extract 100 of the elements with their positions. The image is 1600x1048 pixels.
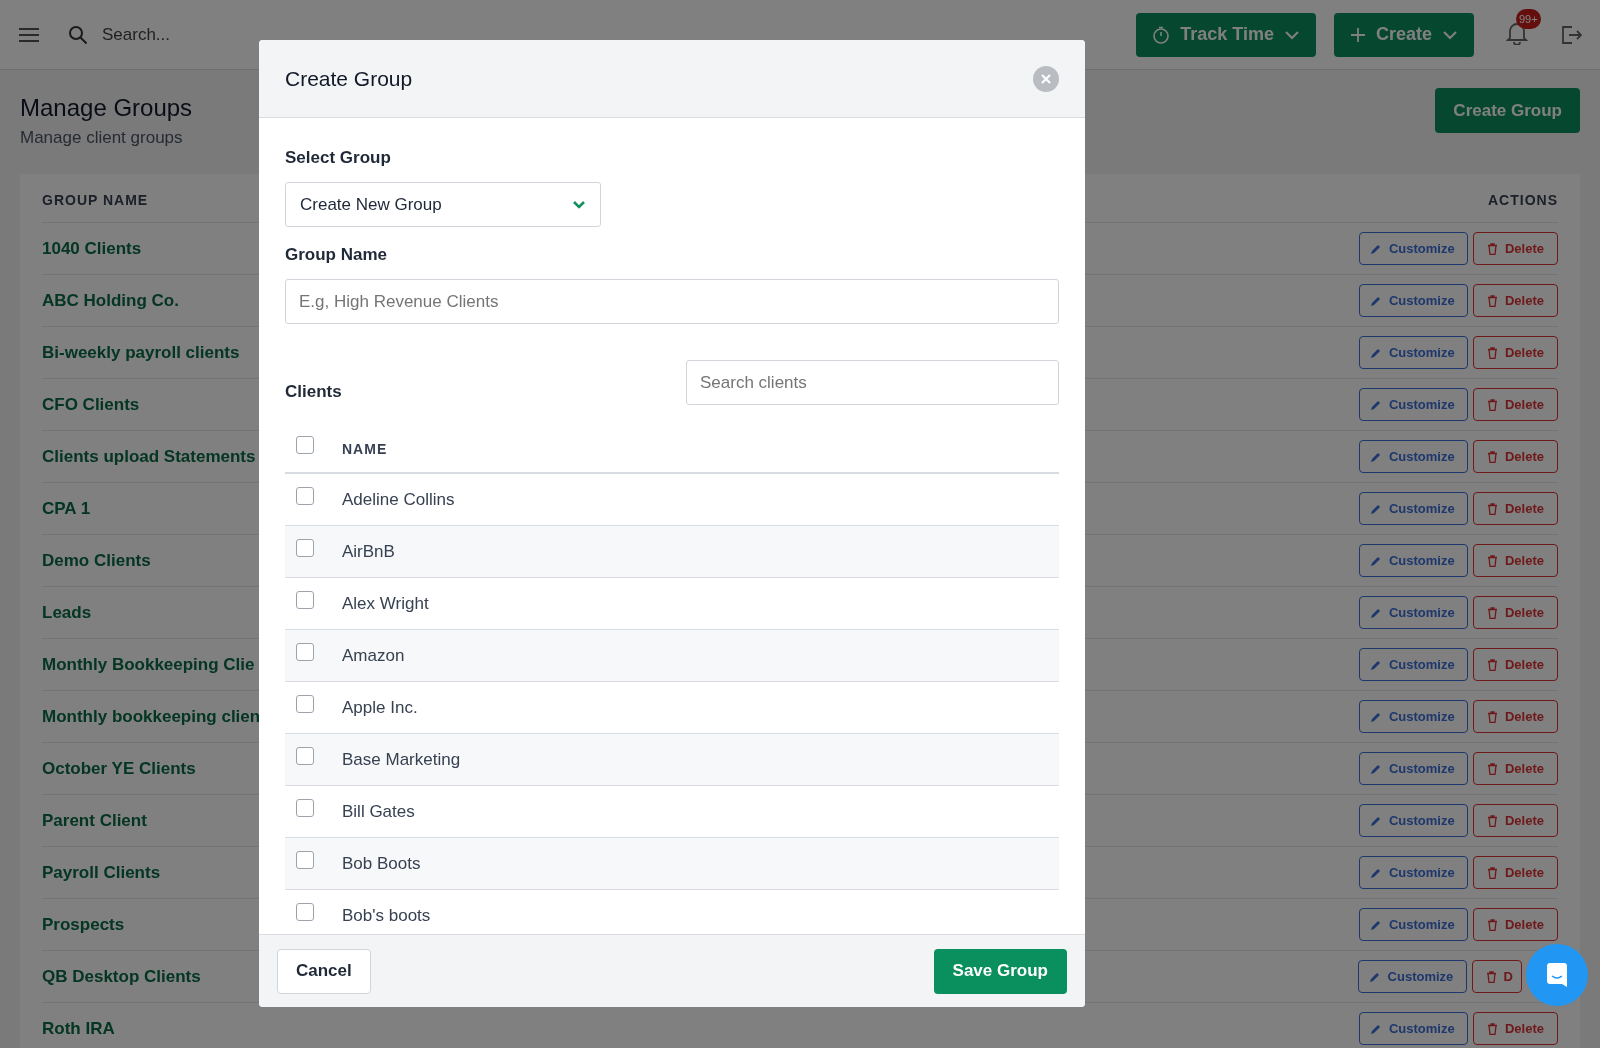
trash-icon — [1486, 918, 1498, 931]
client-checkbox[interactable] — [296, 850, 314, 869]
dialog-title: Create Group — [285, 66, 413, 91]
delete-button[interactable]: Delete — [1472, 544, 1558, 577]
stopwatch-icon — [1152, 25, 1171, 44]
delete-button[interactable]: Delete — [1472, 1012, 1558, 1045]
group-name[interactable]: CFO Clients — [42, 394, 140, 415]
customize-button[interactable]: Customize — [1358, 284, 1468, 317]
field-label: Clients — [285, 381, 342, 402]
group-name[interactable]: Monthly bookkeeping clien — [42, 706, 261, 727]
search-clients-field[interactable]: Search clients — [686, 360, 1059, 405]
customize-button[interactable]: Customize — [1358, 232, 1468, 265]
close-icon — [1041, 73, 1051, 84]
client-checkbox[interactable] — [296, 798, 314, 817]
delete-button[interactable]: Delete — [1472, 804, 1558, 837]
trash-icon — [1486, 866, 1498, 879]
group-name[interactable]: Prospects — [42, 914, 125, 935]
customize-button[interactable]: Customize — [1358, 388, 1468, 421]
client-checkbox[interactable] — [296, 746, 314, 765]
group-name[interactable]: Leads — [42, 602, 92, 623]
delete-button[interactable]: Delete — [1472, 752, 1558, 785]
customize-button[interactable]: Customize — [1358, 336, 1468, 369]
group-name[interactable]: Monthly Bookkeeping Clie — [42, 654, 255, 675]
delete-button[interactable]: D — [1471, 960, 1522, 993]
delete-button[interactable]: Delete — [1472, 232, 1558, 265]
customize-button[interactable]: Customize — [1358, 804, 1468, 837]
group-name[interactable]: QB Desktop Clients — [42, 966, 201, 987]
group-name[interactable]: Payroll Clients — [42, 862, 161, 883]
customize-button[interactable]: Customize — [1358, 700, 1468, 733]
create-button[interactable]: Create — [1333, 12, 1474, 57]
client-checkbox[interactable] — [296, 486, 314, 505]
customize-button[interactable]: Customize — [1358, 856, 1468, 889]
delete-button[interactable]: Delete — [1472, 492, 1558, 525]
pencil-icon — [1369, 450, 1382, 463]
page-title: Manage Groups — [20, 94, 193, 122]
customize-button[interactable]: Customize — [1358, 492, 1468, 525]
delete-button[interactable]: Delete — [1472, 336, 1558, 369]
client-checkbox[interactable] — [296, 590, 314, 609]
pencil-icon — [1369, 918, 1382, 931]
group-name[interactable]: CPA 1 — [42, 498, 91, 519]
save-group-button[interactable]: Save Group — [933, 948, 1067, 994]
customize-button[interactable]: Customize — [1358, 440, 1468, 473]
column-header: GROUP NAME — [42, 192, 149, 208]
customize-button[interactable]: Customize — [1358, 596, 1468, 629]
group-name[interactable]: October YE Clients — [42, 758, 196, 779]
group-select[interactable]: Create New Group — [285, 182, 601, 227]
delete-button[interactable]: Delete — [1472, 284, 1558, 317]
column-header: ACTIONS — [1488, 192, 1558, 208]
group-name-field[interactable]: E.g, High Revenue Clients — [285, 279, 1059, 324]
customize-button[interactable]: Customize — [1358, 752, 1468, 785]
client-checkbox[interactable] — [296, 694, 314, 713]
delete-button[interactable]: Delete — [1472, 908, 1558, 941]
customize-button[interactable]: Customize — [1357, 960, 1467, 993]
client-name: Alex Wright — [342, 593, 429, 614]
select-all-checkbox[interactable] — [296, 435, 314, 454]
group-name[interactable]: Roth IRA — [42, 1018, 115, 1039]
customize-button[interactable]: Customize — [1358, 648, 1468, 681]
pencil-icon — [1369, 242, 1382, 255]
cancel-button[interactable]: Cancel — [277, 948, 371, 994]
menu-icon[interactable] — [18, 26, 40, 43]
logout-icon[interactable] — [1560, 24, 1582, 45]
client-name: Base Marketing — [342, 749, 461, 770]
group-name[interactable]: Parent Client — [42, 810, 147, 831]
group-name[interactable]: ABC Holding Co. — [42, 290, 179, 311]
close-button[interactable] — [1033, 65, 1059, 92]
delete-button[interactable]: Delete — [1472, 648, 1558, 681]
delete-button[interactable]: Delete — [1472, 440, 1558, 473]
delete-button[interactable]: Delete — [1472, 388, 1558, 421]
client-name: Amazon — [342, 645, 405, 666]
customize-button[interactable]: Customize — [1358, 544, 1468, 577]
group-name[interactable]: 1040 Clients — [42, 238, 142, 259]
delete-button[interactable]: Delete — [1472, 596, 1558, 629]
trash-icon — [1486, 762, 1498, 775]
chat-icon — [1544, 962, 1570, 988]
client-checkbox[interactable] — [296, 902, 314, 921]
notification-badge: 99+ — [1516, 8, 1541, 29]
pencil-icon — [1369, 814, 1382, 827]
plus-icon — [1349, 26, 1366, 43]
group-name[interactable]: Clients upload Statements — [42, 446, 256, 467]
track-time-button[interactable]: Track Time — [1136, 12, 1316, 57]
client-checkbox[interactable] — [296, 538, 314, 557]
delete-button[interactable]: Delete — [1472, 700, 1558, 733]
chevron-icon — [572, 199, 586, 210]
delete-button[interactable]: Delete — [1472, 856, 1558, 889]
trash-icon — [1486, 450, 1498, 463]
pencil-icon — [1369, 502, 1382, 515]
group-name[interactable]: Demo Clients — [42, 550, 151, 571]
trash-icon — [1486, 346, 1498, 359]
caret-icon — [1442, 29, 1458, 40]
pencil-icon — [1369, 710, 1382, 723]
customize-button[interactable]: Customize — [1358, 908, 1468, 941]
create-group-button[interactable]: Create Group — [1435, 88, 1580, 133]
pencil-icon — [1369, 294, 1382, 307]
group-name[interactable]: Bi-weekly payroll clients — [42, 342, 240, 363]
pencil-icon — [1369, 554, 1382, 567]
search-field[interactable]: Search... — [58, 11, 488, 58]
customize-button[interactable]: Customize — [1358, 1012, 1468, 1045]
column-header: NAME — [342, 440, 388, 457]
pencil-icon — [1369, 346, 1382, 359]
client-checkbox[interactable] — [296, 642, 314, 661]
